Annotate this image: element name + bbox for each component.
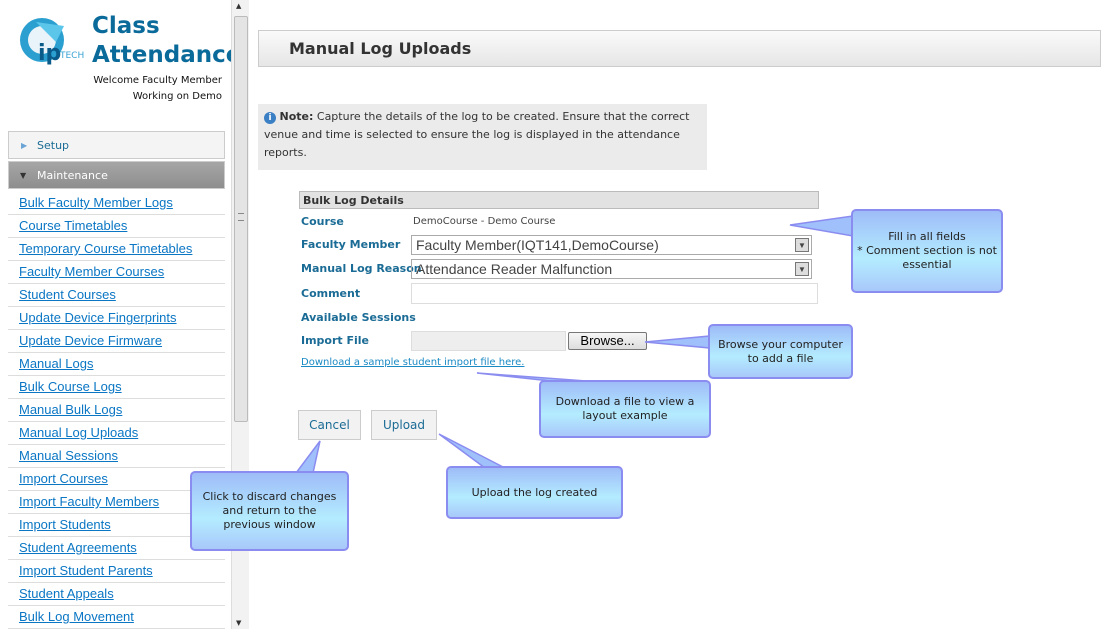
pointer-fill (789, 215, 854, 237)
pointer-browse (644, 335, 711, 349)
callout-fill-fields: Fill in all fields * Comment section is … (851, 209, 1003, 293)
callout-pointers (294, 215, 854, 474)
pointer-cancel (294, 440, 321, 474)
callout-download: Download a file to view a layout example (539, 380, 711, 438)
callout-upload: Upload the log created (446, 466, 623, 519)
pointer-upload (438, 433, 506, 469)
callout-browse: Browse your computer to add a file (708, 324, 853, 379)
callout-cancel: Click to discard changes and return to t… (190, 471, 349, 551)
